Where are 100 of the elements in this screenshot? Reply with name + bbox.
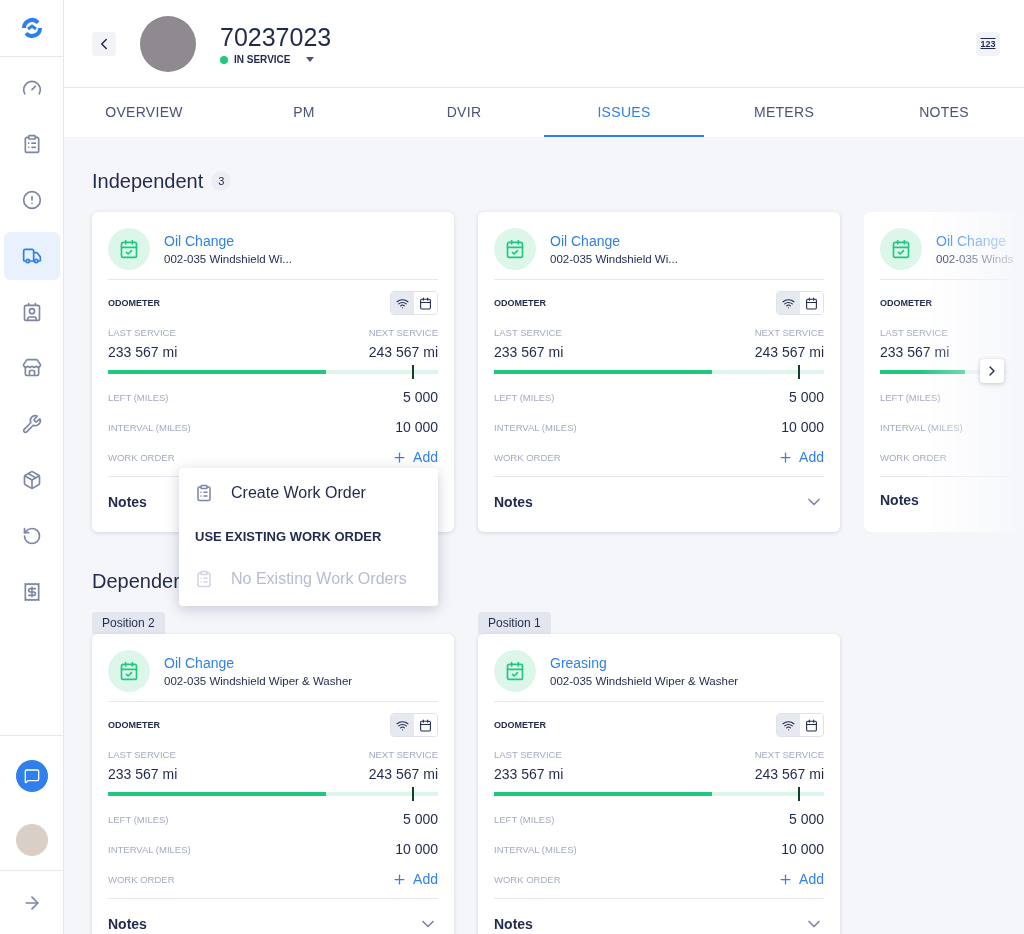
next-service-value: 243 567 mi xyxy=(754,344,824,360)
section-title: Depender xyxy=(92,569,180,593)
vehicle-title: 70237023 xyxy=(220,22,332,52)
count-badge: 3 xyxy=(211,171,232,191)
calendar-check-icon xyxy=(494,650,536,692)
clipboard-icon xyxy=(195,484,213,502)
last-service-value: 233 567 mi xyxy=(494,344,564,360)
field-label: WORK ORDER xyxy=(108,873,175,885)
meter-toggle[interactable] xyxy=(777,714,800,736)
calendar-check-icon xyxy=(108,650,150,692)
meter-label: ODOMETER xyxy=(108,298,160,308)
notes-label: Notes xyxy=(494,494,533,510)
position-tag: Position 2 xyxy=(92,612,165,634)
field-label: WORK ORDER xyxy=(880,451,947,463)
field-value: 10 000 xyxy=(781,419,824,435)
field-value: 5 000 xyxy=(788,811,824,827)
next-service-marker xyxy=(411,365,414,379)
task-subtitle: 002-035 Windshield Wi... xyxy=(550,253,678,265)
next-service-value: 243 567 mi xyxy=(368,766,438,782)
next-service-label: NEXT SERVICE xyxy=(368,327,438,338)
field-label: WORK ORDER xyxy=(108,451,175,463)
last-service-label: LAST SERVICE xyxy=(108,749,176,760)
field-label: WORK ORDER xyxy=(494,451,561,463)
last-service-label: LAST SERVICE xyxy=(494,327,562,338)
meter-toggle[interactable] xyxy=(391,714,414,736)
plus-icon xyxy=(392,449,408,465)
field-value: 5 000 xyxy=(402,811,438,827)
calendar-check-icon xyxy=(494,228,536,270)
meter-label: ODOMETER xyxy=(108,720,160,730)
last-service-label: LAST SERVICE xyxy=(880,327,948,338)
next-service-label: NEXT SERVICE xyxy=(754,327,824,338)
truck-icon[interactable] xyxy=(3,232,60,280)
next-service-label: NEXT SERVICE xyxy=(754,749,824,760)
clipboard-icon xyxy=(195,570,213,588)
chat-button[interactable] xyxy=(15,760,48,792)
add-link[interactable]: Add xyxy=(778,449,824,465)
field-label: INTERVAL (MILES) xyxy=(880,421,963,433)
task-subtitle: 002-035 Windshield Wi... xyxy=(164,253,292,265)
position-tag: Position 1 xyxy=(478,612,551,634)
task-subtitle: 002-035 Windshield Wiper & Washer xyxy=(550,675,739,687)
next-service-marker xyxy=(797,365,800,379)
tab[interactable]: DVIR xyxy=(384,88,544,137)
notes-label: Notes xyxy=(880,492,919,508)
field-label: INTERVAL (MILES) xyxy=(108,843,191,855)
task-title: Oil Change xyxy=(164,655,236,671)
field-label: LEFT (MILES) xyxy=(494,391,555,403)
menu-item[interactable]: Create Work Order xyxy=(179,474,438,512)
add-link[interactable]: Add xyxy=(392,449,438,465)
task-title: Greasing xyxy=(550,655,608,671)
tab[interactable]: ISSUES xyxy=(544,88,704,137)
menu-heading: USE EXISTING WORK ORDER xyxy=(194,527,383,546)
meter-toggle[interactable] xyxy=(391,292,414,314)
field-label: LEFT (MILES) xyxy=(108,813,169,825)
meter-label: ODOMETER xyxy=(494,720,546,730)
field-value: 5 000 xyxy=(402,389,438,405)
field-value: 5 000 xyxy=(788,389,824,405)
tab[interactable]: METERS xyxy=(704,88,864,137)
plus-icon xyxy=(392,871,408,887)
tab[interactable]: PM xyxy=(224,88,384,137)
meter-label: ODOMETER xyxy=(494,298,546,308)
add-link[interactable]: Add xyxy=(778,871,824,887)
meter-button[interactable]: 123 xyxy=(976,31,1000,56)
field-label: INTERVAL (MILES) xyxy=(108,421,191,433)
meter-toggle[interactable] xyxy=(777,292,800,314)
calendar-icon xyxy=(805,296,818,310)
next-service-marker xyxy=(411,787,414,801)
task-title: Oil Change xyxy=(936,233,1008,249)
plus-icon xyxy=(778,871,794,887)
calendar-check-icon xyxy=(880,228,922,270)
field-label: INTERVAL (MILES) xyxy=(494,843,577,855)
field-value: 10 000 xyxy=(781,841,824,857)
last-service-value: 233 567 mi xyxy=(108,766,178,782)
last-service-value: 233 567 mi xyxy=(108,344,178,360)
add-link[interactable]: Add xyxy=(392,871,438,887)
logo-icon xyxy=(19,16,44,40)
section-title: Independent xyxy=(92,169,204,193)
field-label: LEFT (MILES) xyxy=(494,813,555,825)
field-label: WORK ORDER xyxy=(494,873,561,885)
field-label: INTERVAL (MILES) xyxy=(494,421,577,433)
task-subtitle: 002-035 Winds xyxy=(936,253,1014,265)
task-title: Oil Change xyxy=(164,233,236,249)
tab[interactable]: OVERVIEW xyxy=(64,88,224,137)
last-service-label: LAST SERVICE xyxy=(494,749,562,760)
next-service-label: NEXT SERVICE xyxy=(368,749,438,760)
notes-label: Notes xyxy=(494,916,533,932)
calendar-icon xyxy=(419,718,432,732)
status-label[interactable]: IN SERVICE xyxy=(234,54,291,65)
field-value: 10 000 xyxy=(395,419,438,435)
next-service-marker xyxy=(797,787,800,801)
scroll-next-button[interactable] xyxy=(980,359,1004,383)
calendar-icon xyxy=(805,718,818,732)
tab[interactable]: NOTES xyxy=(864,88,1024,137)
chat-icon xyxy=(23,768,40,784)
next-service-value: 243 567 mi xyxy=(368,344,438,360)
last-service-value: 233 567 mi xyxy=(880,344,950,360)
caret-icon[interactable] xyxy=(304,56,315,63)
back-button[interactable] xyxy=(92,31,116,56)
task-subtitle: 002-035 Windshield Wiper & Washer xyxy=(164,675,353,687)
last-service-value: 233 567 mi xyxy=(494,766,564,782)
plus-icon xyxy=(778,449,794,465)
